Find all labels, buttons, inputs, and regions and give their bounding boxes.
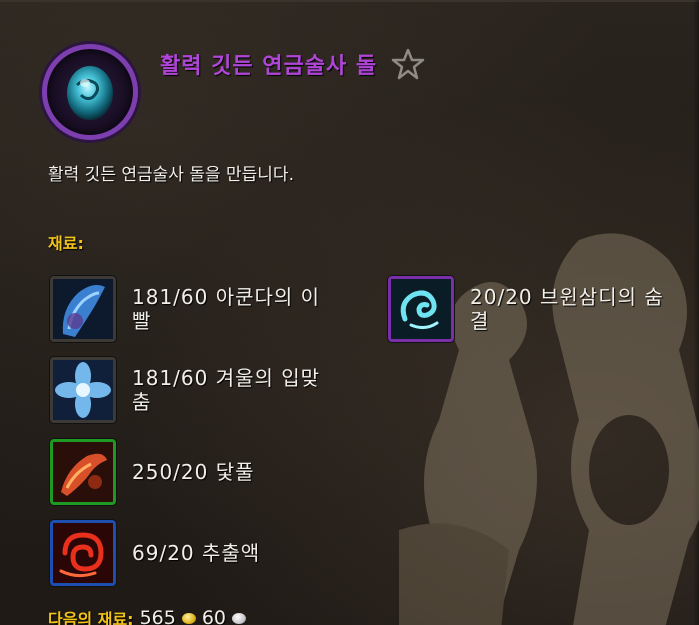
cost-row: 다음의 재료: 565 60 [48, 606, 247, 625]
silver-coin-icon [232, 612, 247, 624]
expulsom-icon [53, 523, 113, 583]
material-label: 69/20 추출액 [132, 541, 261, 565]
right-shadow [693, 0, 699, 625]
material-label: 181/60 아쿤다의 이빨 [132, 285, 321, 333]
material-label: 181/60 겨울의 입맞춤 [132, 366, 321, 414]
material-item-bwonsamdi-breath[interactable]: 20/20 브윈삼디의 숨결 [388, 276, 675, 342]
bwonsamdi-breath-icon [391, 279, 451, 339]
material-icon-frame [50, 520, 116, 586]
top-border [0, 0, 699, 2]
gold-coin-icon [181, 612, 196, 624]
recipe-description: 활력 깃든 연금술사 돌을 만듭니다. [48, 165, 294, 185]
material-item-anchor-weed[interactable]: 250/20 닻풀 [50, 439, 337, 505]
teal-stone-icon [67, 66, 113, 120]
silver-amount: 60 [201, 607, 227, 625]
akunda-tooth-icon [53, 279, 113, 339]
star-outline-icon[interactable] [391, 47, 425, 81]
recipe-title: 활력 깃든 연금술사 돌 [160, 54, 378, 79]
recipe-icon[interactable] [42, 44, 138, 140]
winters-kiss-icon [53, 360, 113, 420]
recipe-tooltip-panel: 활력 깃든 연금술사 돌 활력 깃든 연금술사 돌을 만듭니다. 재료: 181… [0, 0, 699, 625]
material-item-expulsom[interactable]: 69/20 추출액 [50, 520, 337, 586]
materials-label: 재료: [48, 234, 84, 253]
material-label: 250/20 닻풀 [132, 460, 255, 484]
cost-label: 다음의 재료: [48, 610, 134, 625]
material-icon-frame [50, 276, 116, 342]
gold-amount: 565 [139, 607, 176, 625]
material-item-akunda-tooth[interactable]: 181/60 아쿤다의 이빨 [50, 276, 337, 342]
material-item-winters-kiss[interactable]: 181/60 겨울의 입맞춤 [50, 357, 337, 423]
material-label: 20/20 브윈삼디의 숨결 [470, 285, 664, 333]
material-icon-frame [50, 357, 116, 423]
title-row: 활력 깃든 연금술사 돌 [160, 46, 425, 82]
material-icon-frame [388, 276, 454, 342]
material-icon-frame [50, 439, 116, 505]
anchor-weed-icon [53, 442, 113, 502]
